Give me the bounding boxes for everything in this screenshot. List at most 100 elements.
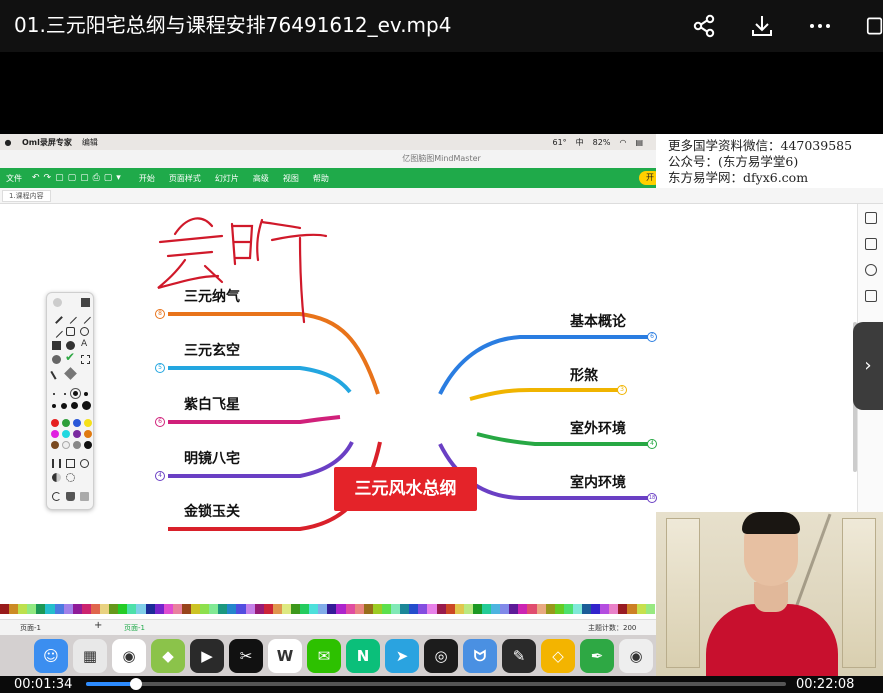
palette-swatch[interactable] xyxy=(63,604,73,614)
palette-swatch[interactable] xyxy=(291,604,301,614)
line-icon[interactable] xyxy=(64,311,77,324)
palette-swatch[interactable] xyxy=(54,604,64,614)
control-center-icon[interactable]: ▤ xyxy=(635,138,643,147)
collapse-badge-naqi[interactable]: 8 xyxy=(155,309,165,319)
color-purple[interactable] xyxy=(73,430,81,438)
expand-panel-button[interactable]: › xyxy=(853,322,883,410)
menubar-app-name[interactable]: Oml录屏专家 xyxy=(22,137,72,148)
palette-swatch[interactable] xyxy=(418,604,428,614)
topic-mingjing-bazhai[interactable]: 明镜八宅 xyxy=(184,448,240,468)
rectangle-icon[interactable] xyxy=(66,327,75,336)
page-tab-active[interactable]: 页面-1 xyxy=(124,623,145,633)
topic-sanyuan-xuankong[interactable]: 三元玄空 xyxy=(184,340,240,360)
brush-size-8[interactable] xyxy=(82,401,91,410)
dock-chrome-icon[interactable]: ◉ xyxy=(112,639,146,673)
toolbar-page-style[interactable]: 页面样式 xyxy=(169,173,201,184)
seek-bar-thumb[interactable] xyxy=(129,678,142,690)
topic-sanyuan-naqi[interactable]: 三元纳气 xyxy=(184,286,240,306)
palette-swatch[interactable] xyxy=(518,604,528,614)
palette-swatch[interactable] xyxy=(81,604,91,614)
palette-swatch[interactable] xyxy=(600,604,610,614)
palette-swatch[interactable] xyxy=(481,604,492,614)
palette-swatch[interactable] xyxy=(436,604,446,614)
no-entry-icon[interactable] xyxy=(80,459,89,468)
brush-size-5[interactable] xyxy=(52,404,56,408)
color-orange[interactable] xyxy=(84,430,92,438)
dock-camera-icon[interactable]: ◉ xyxy=(619,639,653,673)
palette-swatch[interactable] xyxy=(218,604,228,614)
palette-swatch[interactable] xyxy=(618,604,628,614)
image-icon[interactable] xyxy=(865,238,877,250)
palette-swatch[interactable] xyxy=(281,604,291,614)
palette-swatch[interactable] xyxy=(409,604,419,614)
eraser-icon[interactable] xyxy=(64,367,77,380)
palette-swatch[interactable] xyxy=(0,604,10,614)
color-gray[interactable] xyxy=(73,441,81,449)
collapse-badge-xingsha[interactable]: 3 xyxy=(617,385,627,395)
status-input-method[interactable]: 中 xyxy=(576,137,584,148)
palette-swatch[interactable] xyxy=(272,604,282,614)
brush-size-7[interactable] xyxy=(71,402,78,409)
arrow-icon[interactable] xyxy=(78,311,91,324)
palette-swatch[interactable] xyxy=(536,604,546,614)
window-button[interactable] xyxy=(861,9,883,43)
dock-capcut-icon[interactable]: ✂ xyxy=(229,639,263,673)
cursor-icon[interactable] xyxy=(50,367,63,380)
palette-swatch[interactable] xyxy=(372,604,382,614)
toolbar-start[interactable]: 开始 xyxy=(139,173,155,184)
palette-swatch[interactable] xyxy=(181,604,191,614)
palette-swatch[interactable] xyxy=(563,604,573,614)
calendar-icon[interactable] xyxy=(865,290,877,302)
dock-android-icon[interactable]: ◆ xyxy=(151,639,185,673)
palette-swatch[interactable] xyxy=(363,604,373,614)
palette-swatch[interactable] xyxy=(36,604,46,614)
dock-finder-icon[interactable]: ☺ xyxy=(34,639,68,673)
topic-zibai-feixing[interactable]: 紫白飞星 xyxy=(184,394,240,414)
seek-bar[interactable] xyxy=(86,678,786,690)
dock-mindmaster-icon[interactable]: N xyxy=(346,639,380,673)
clipart-icon[interactable] xyxy=(865,264,877,276)
palette-swatch[interactable] xyxy=(236,604,246,614)
collapse-badge-xuankong[interactable]: 5 xyxy=(155,363,165,373)
color-brown[interactable] xyxy=(51,441,59,449)
palette-swatch[interactable] xyxy=(200,604,210,614)
collapse-badge-bazhai[interactable]: 4 xyxy=(155,471,165,481)
pointer-arrow-icon[interactable] xyxy=(50,325,63,338)
palette-swatch[interactable] xyxy=(545,604,555,614)
palette-swatch[interactable] xyxy=(345,604,355,614)
collapse-badge-basic[interactable]: 6 xyxy=(647,332,657,342)
pen-tool-palette[interactable]: A ✔ xyxy=(46,292,94,510)
pause-icon[interactable] xyxy=(52,459,61,468)
palette-swatch[interactable] xyxy=(318,604,328,614)
brush-size-4[interactable] xyxy=(84,392,88,396)
brush-size-1[interactable] xyxy=(53,393,55,395)
topic-jinsuo-yuguan[interactable]: 金锁玉关 xyxy=(184,501,240,521)
pen-icon[interactable] xyxy=(50,311,63,324)
palette-swatch[interactable] xyxy=(609,604,619,614)
dock-safari-like-icon[interactable]: ◎ xyxy=(424,639,458,673)
dock-cat-icon[interactable]: ᗢ xyxy=(463,639,497,673)
palette-swatch[interactable] xyxy=(327,604,337,614)
palette-swatch[interactable] xyxy=(627,604,637,614)
palette-swatch[interactable] xyxy=(445,604,455,614)
contrast-icon[interactable] xyxy=(52,473,61,482)
status-battery[interactable]: 82% xyxy=(593,138,611,147)
palette-swatch[interactable] xyxy=(127,604,137,614)
color-blue[interactable] xyxy=(73,419,81,427)
toolbar-advanced[interactable]: 高级 xyxy=(253,173,269,184)
trash-icon[interactable] xyxy=(66,492,75,501)
color-cyan[interactable] xyxy=(62,430,70,438)
color-yellow[interactable] xyxy=(84,419,92,427)
central-topic[interactable]: 三元风水总纲 xyxy=(334,467,477,511)
palette-swatch[interactable] xyxy=(9,604,19,614)
palette-swatch[interactable] xyxy=(427,604,437,614)
color-black[interactable] xyxy=(84,441,92,449)
palette-swatch[interactable] xyxy=(582,604,592,614)
palette-swatch[interactable] xyxy=(18,604,28,614)
dock-launchpad-icon[interactable]: ▦ xyxy=(73,639,107,673)
palette-swatch[interactable] xyxy=(454,604,464,614)
palette-swatch[interactable] xyxy=(72,604,82,614)
palette-swatch[interactable] xyxy=(145,604,155,614)
palette-swatch[interactable] xyxy=(527,604,537,614)
palette-swatch[interactable] xyxy=(391,604,401,614)
